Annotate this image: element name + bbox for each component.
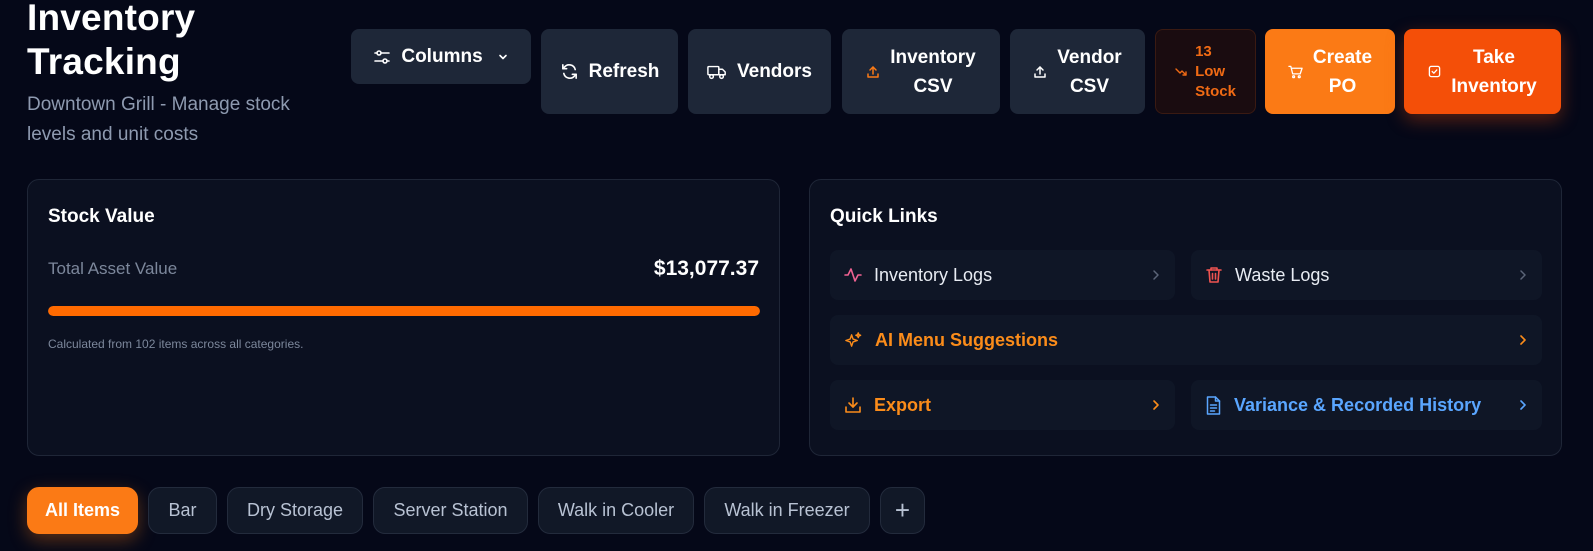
download-icon	[844, 396, 862, 414]
create-po-button[interactable]: Create PO	[1265, 29, 1395, 114]
truck-icon	[707, 63, 727, 81]
activity-icon	[844, 266, 862, 284]
refresh-icon	[560, 62, 579, 81]
take-inventory-label-2: Inventory	[1451, 75, 1537, 97]
chevron-right-icon	[1151, 269, 1161, 281]
page-title: Inventory Tracking	[27, 0, 196, 82]
upload-icon	[1033, 65, 1047, 79]
tab-all-items[interactable]: All Items	[27, 487, 138, 534]
tab-walk-in-freezer[interactable]: Walk in Freezer	[704, 487, 870, 534]
inventory-csv-label-1: Inventory	[890, 46, 976, 68]
export-label: Export	[874, 394, 932, 415]
chevron-right-icon	[1518, 334, 1528, 346]
low-stock-label-2: Stock	[1195, 82, 1236, 100]
waste-logs-label: Waste Logs	[1235, 264, 1330, 285]
tab-walk-in-cooler[interactable]: Walk in Cooler	[538, 487, 694, 534]
columns-button[interactable]: Columns	[351, 29, 531, 84]
vendors-label: Vendors	[737, 61, 812, 82]
export-link[interactable]: Export	[830, 380, 1175, 430]
refresh-button[interactable]: Refresh	[541, 29, 678, 114]
vendor-csv-label-1: Vendor	[1057, 46, 1122, 68]
vendor-csv-button[interactable]: Vendor CSV	[1010, 29, 1145, 114]
waste-logs-link[interactable]: Waste Logs	[1191, 250, 1542, 300]
tab-dry-storage[interactable]: Dry Storage	[227, 487, 363, 534]
inventory-logs-label: Inventory Logs	[874, 264, 993, 285]
total-asset-label: Total Asset Value	[48, 259, 178, 278]
low-stock-label-1: Low	[1195, 62, 1226, 80]
tab-server-station[interactable]: Server Station	[373, 487, 528, 534]
vendor-csv-label-2: CSV	[1069, 75, 1110, 97]
inventory-page: Inventory Tracking Downtown Grill - Mana…	[0, 0, 1593, 551]
chevron-right-icon	[1151, 399, 1161, 411]
sliders-icon	[373, 48, 391, 66]
chevron-right-icon	[1518, 269, 1528, 281]
clipboard-check-icon	[1428, 65, 1441, 78]
inventory-csv-button[interactable]: Inventory CSV	[842, 29, 1000, 114]
low-stock-button[interactable]: 13 Low Stock	[1155, 29, 1256, 114]
sparkles-icon	[844, 331, 863, 350]
trending-down-icon	[1175, 67, 1187, 77]
variance-history-label: Variance & Recorded History	[1234, 394, 1482, 415]
create-po-label-2: PO	[1328, 75, 1357, 97]
variance-history-link[interactable]: Variance & Recorded History	[1191, 380, 1542, 430]
take-inventory-button[interactable]: Take Inventory	[1404, 29, 1561, 114]
upload-icon	[866, 65, 880, 79]
refresh-label: Refresh	[588, 61, 660, 82]
ai-menu-suggestions-label: AI Menu Suggestions	[875, 329, 1059, 350]
ai-menu-suggestions-link[interactable]: AI Menu Suggestions	[830, 315, 1542, 365]
quick-links-card: Quick Links Inventory Logs Waste Logs AI…	[809, 179, 1562, 456]
columns-label: Columns	[401, 46, 483, 67]
cart-icon	[1288, 65, 1303, 79]
tab-bar[interactable]: Bar	[148, 487, 217, 534]
add-category-button[interactable]: +	[880, 487, 925, 534]
inventory-csv-label-2: CSV	[913, 75, 953, 97]
take-inventory-label-1: Take	[1473, 46, 1515, 68]
document-icon	[1205, 395, 1222, 415]
page-subtitle: Downtown Grill - Manage stock levels and…	[27, 94, 290, 145]
chevron-right-icon	[1518, 399, 1528, 411]
low-stock-count: 13	[1195, 42, 1212, 60]
stock-value-bar-fill	[48, 306, 760, 316]
chevron-down-icon	[497, 51, 509, 63]
quick-links-title: Quick Links	[830, 206, 938, 227]
vendors-button[interactable]: Vendors	[688, 29, 831, 114]
trash-icon	[1205, 266, 1223, 284]
stock-value-note: Calculated from 102 items across all cat…	[48, 337, 304, 351]
stock-value-bar	[48, 306, 760, 316]
create-po-label-1: Create	[1312, 46, 1373, 68]
total-asset-value: $13,077.37	[653, 257, 759, 280]
inventory-logs-link[interactable]: Inventory Logs	[830, 250, 1175, 300]
stock-value-card: Stock Value Total Asset Value $13,077.37…	[27, 179, 780, 456]
stock-value-title: Stock Value	[48, 206, 155, 227]
